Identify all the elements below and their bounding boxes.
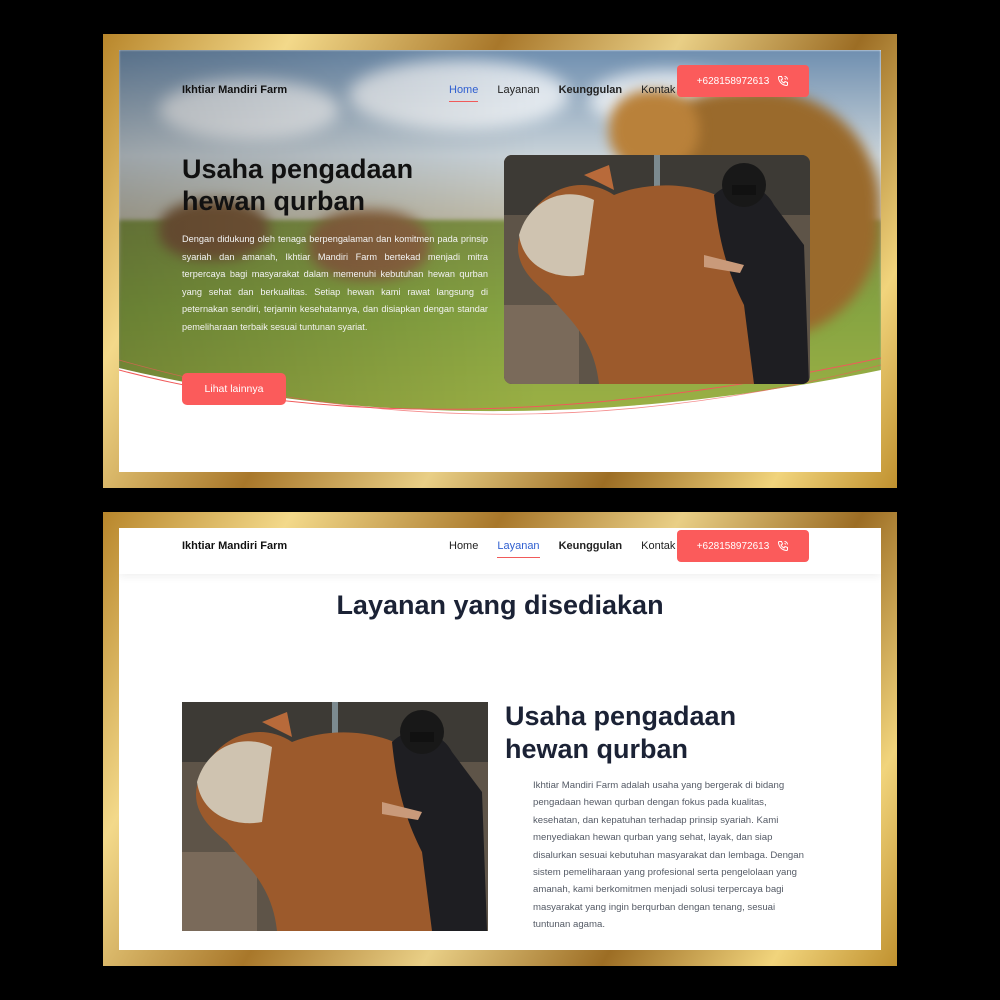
nav-keunggulan[interactable]: Keunggulan [559, 84, 623, 96]
service-title: Usaha pengadaan hewan qurban [505, 701, 737, 764]
phone-number: +628158972613 [696, 75, 770, 87]
nav-layanan[interactable]: Layanan [497, 540, 540, 558]
phone-number: +628158972613 [696, 540, 770, 552]
hero-cow-photo [504, 155, 810, 384]
phone-button[interactable]: +628158972613 [677, 530, 809, 562]
phone-button[interactable]: +628158972613 [677, 65, 809, 97]
services-screen: Ikhtiar Mandiri Farm Home Layanan Keungg… [119, 528, 881, 950]
nav-keunggulan[interactable]: Keunggulan [559, 540, 623, 552]
hero-screenshot-frame: Ikhtiar Mandiri Farm Home Layanan Keungg… [103, 34, 897, 488]
nav-home[interactable]: Home [449, 540, 478, 552]
service-cow-photo [182, 702, 488, 931]
nav-home[interactable]: Home [449, 84, 479, 102]
brand-logo-text[interactable]: Ikhtiar Mandiri Farm [182, 84, 287, 96]
brand-logo-text[interactable]: Ikhtiar Mandiri Farm [182, 540, 287, 552]
services-screenshot-frame: Ikhtiar Mandiri Farm Home Layanan Keungg… [103, 512, 897, 966]
nav-layanan[interactable]: Layanan [497, 84, 539, 96]
see-more-button[interactable]: Lihat lainnya [182, 373, 286, 405]
nav-links: Home Layanan Keunggulan Kontak [449, 540, 694, 558]
phone-call-icon [778, 541, 789, 552]
service-description: Ikhtiar Mandiri Farm adalah usaha yang b… [533, 780, 804, 931]
nav-kontak[interactable]: Kontak [641, 540, 675, 552]
nav-kontak[interactable]: Kontak [641, 84, 675, 96]
top-navbar: Ikhtiar Mandiri Farm Home Layanan Keungg… [119, 50, 881, 112]
sticky-navbar: Ikhtiar Mandiri Farm Home Layanan Keungg… [119, 528, 881, 574]
hero-description: Dengan didukung oleh tenaga berpengalama… [182, 234, 488, 332]
hero-title: Usaha pengadaan hewan qurban [182, 154, 414, 216]
nav-links: Home Layanan Keunggulan Kontak [449, 84, 694, 102]
hero-screen: Ikhtiar Mandiri Farm Home Layanan Keungg… [119, 50, 881, 472]
section-title: Layanan yang disediakan [336, 590, 664, 620]
phone-call-icon [778, 76, 789, 87]
